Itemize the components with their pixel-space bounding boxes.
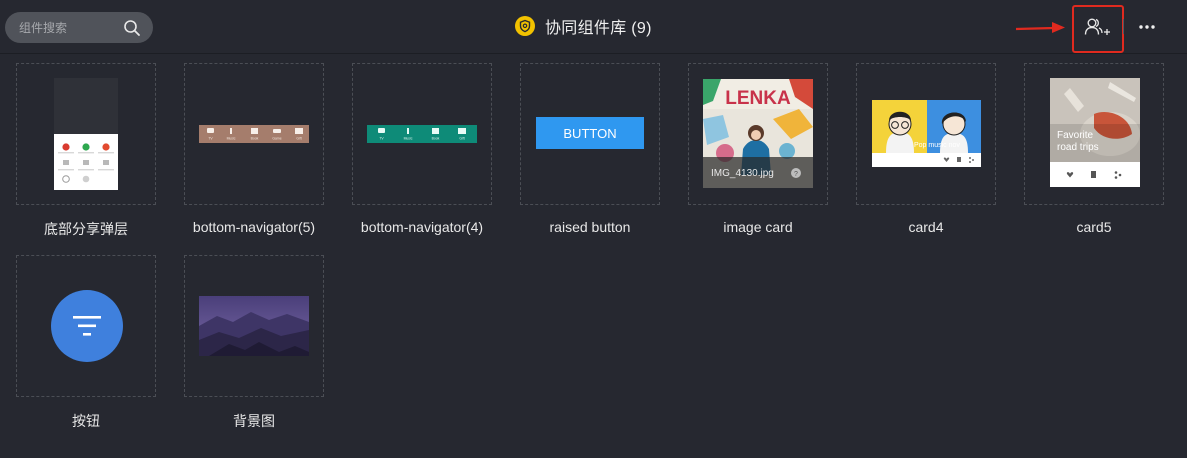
component-card-share-sheet[interactable] bbox=[16, 63, 156, 205]
component-card-bottom-navigator-5[interactable]: TV Music Book Game Gift bbox=[184, 63, 324, 205]
more-dots-icon[interactable] bbox=[1138, 19, 1156, 35]
component-label: card4 bbox=[908, 219, 944, 235]
image-card-thumbnail: LENKA IMG_4130.jpg ? bbox=[703, 79, 813, 188]
component-card-card5[interactable]: Favorite road trips bbox=[1024, 63, 1164, 205]
card5-thumbnail: Favorite road trips bbox=[1050, 78, 1140, 187]
nav-tab-label: Music bbox=[404, 137, 413, 141]
component-card-image-card[interactable]: LENKA IMG_4130.jpg ? bbox=[688, 63, 828, 205]
component-label: 按钮 bbox=[72, 413, 100, 429]
bottom-navigator-5-thumbnail: TV Music Book Game Gift bbox=[199, 125, 309, 143]
shield-badge-icon bbox=[515, 16, 535, 36]
card5-caption-line1: Favorite bbox=[1057, 130, 1094, 141]
nav-tab-label: Book bbox=[432, 137, 440, 141]
button-text: BUTTON bbox=[563, 126, 616, 141]
card4-caption: Pop music nov bbox=[914, 142, 960, 149]
search-input[interactable] bbox=[5, 12, 115, 43]
svg-text:?: ? bbox=[794, 171, 798, 178]
component-label: bottom-navigator(5) bbox=[192, 219, 316, 235]
raised-button-thumbnail: BUTTON bbox=[536, 117, 644, 149]
component-card-fab-button[interactable] bbox=[16, 255, 156, 397]
nav-tab-label: Gift bbox=[296, 137, 301, 141]
component-card-background-image[interactable] bbox=[184, 255, 324, 397]
search-icon[interactable] bbox=[123, 19, 141, 37]
nav-tab-label: Game bbox=[272, 137, 281, 141]
card4-thumbnail: Pop music nov bbox=[872, 100, 981, 167]
image-title-text: LENKA bbox=[725, 88, 791, 109]
component-card-card4[interactable]: Pop music nov bbox=[856, 63, 996, 205]
image-caption: IMG_4130.jpg bbox=[711, 168, 774, 179]
top-bar: 协同组件库 (9) bbox=[0, 0, 1187, 54]
component-card-bottom-navigator-4[interactable]: TV Music Book Gift bbox=[352, 63, 492, 205]
component-label: card5 bbox=[1076, 219, 1112, 235]
component-label: raised button bbox=[549, 219, 631, 235]
library-title-group: 协同组件库 (9) bbox=[515, 14, 652, 38]
search-box[interactable] bbox=[5, 12, 153, 43]
user-add-icon[interactable] bbox=[1083, 16, 1113, 38]
component-label: 底部分享弹层 bbox=[44, 221, 128, 237]
component-card-raised-button[interactable]: BUTTON bbox=[520, 63, 660, 205]
component-label: image card bbox=[723, 219, 793, 235]
card5-caption-line2: road trips bbox=[1057, 142, 1099, 153]
nav-tab-label: TV bbox=[379, 137, 384, 141]
annotation-arrow-icon bbox=[1015, 22, 1065, 33]
component-label: 背景图 bbox=[233, 413, 275, 429]
nav-tab-label: Music bbox=[227, 137, 236, 141]
filter-fab-icon bbox=[51, 290, 123, 362]
toolbar-divider bbox=[1123, 19, 1124, 34]
nav-tab-label: TV bbox=[208, 137, 213, 141]
component-label: bottom-navigator(4) bbox=[360, 219, 484, 235]
nav-tab-label: Book bbox=[251, 137, 259, 141]
share-sheet-thumbnail bbox=[54, 78, 118, 190]
nav-tab-label: Gift bbox=[459, 137, 464, 141]
background-image-thumbnail bbox=[199, 296, 309, 356]
page-title: 协同组件库 (9) bbox=[545, 20, 652, 37]
bottom-navigator-4-thumbnail: TV Music Book Gift bbox=[367, 125, 477, 143]
